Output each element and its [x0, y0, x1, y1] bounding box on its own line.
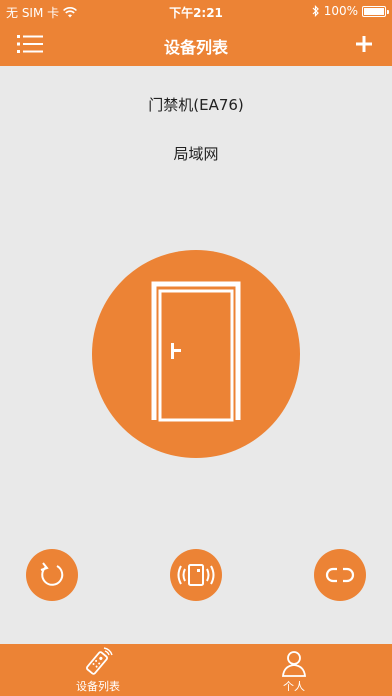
nfc-card-icon — [177, 564, 215, 586]
door-unlock-button[interactable] — [92, 250, 300, 458]
tab-bar: 设备列表 个人 — [0, 644, 392, 696]
device-name: 门禁机(EA76) — [148, 96, 244, 114]
battery-icon — [362, 5, 389, 17]
nfc-card-button[interactable] — [170, 549, 222, 601]
nav-bar: 设备列表 — [0, 22, 392, 66]
battery-fill — [364, 7, 384, 15]
status-bar: 无 SIM 卡 下午2:21 100% — [0, 0, 392, 22]
page-title: 设备列表 — [163, 38, 228, 57]
network-type: 局域网 — [173, 145, 219, 163]
link-icon — [325, 567, 355, 583]
link-button[interactable] — [314, 549, 366, 601]
tab-device-list-label: 设备列表 — [76, 680, 120, 693]
refresh-button[interactable] — [26, 549, 78, 601]
plus-icon — [356, 36, 372, 52]
door-icon — [151, 281, 241, 422]
refresh-icon — [40, 562, 64, 586]
tab-personal[interactable]: 个人 — [196, 644, 392, 696]
bluetooth-icon — [312, 5, 319, 17]
remote-control-icon — [86, 647, 113, 675]
battery-percent: 100% — [323, 4, 358, 18]
tab-device-list[interactable]: 设备列表 — [0, 644, 196, 696]
tab-personal-label: 个人 — [283, 680, 305, 693]
person-icon — [282, 651, 306, 677]
add-device-button[interactable] — [352, 32, 376, 56]
status-right-group: 100% — [312, 4, 389, 18]
